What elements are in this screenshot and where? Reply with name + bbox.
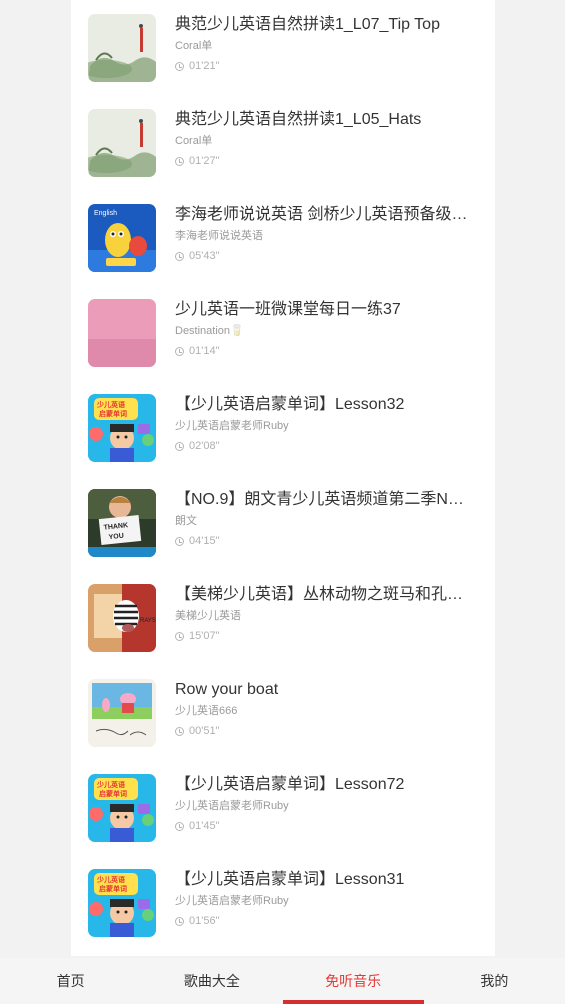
song-title: 典范少儿英语自然拼读1_L05_Hats (175, 111, 422, 128)
song-title: 【少儿英语启蒙单词】Lesson72 (175, 776, 405, 793)
song-list-item[interactable]: 少儿英语 启蒙单词 【少儿英语启蒙单词】Lesson32 少儿英语启蒙老师Rub… (71, 380, 495, 475)
tab-2[interactable]: 免听音乐 (282, 958, 424, 1004)
clock-icon (175, 61, 184, 71)
clock-icon (175, 821, 184, 831)
song-title: 少儿英语一班微课堂每日一练37 (175, 301, 401, 318)
song-list-item[interactable]: Row your boat 少儿英语666 00'51" (71, 665, 495, 760)
song-artist: 朗文 (175, 515, 197, 527)
song-artist: 少儿英语启蒙老师Ruby (175, 420, 289, 432)
song-title: 【少儿英语启蒙单词】Lesson31 (175, 871, 405, 888)
song-list-item[interactable]: 少儿英语一班微课堂每日一练37 Destination🥛 01'14" (71, 285, 495, 380)
duration-text: 01'21" (189, 60, 220, 72)
kid-cartoon-cover-icon[interactable]: 少儿英语 启蒙单词 (88, 394, 156, 462)
song-duration: 01'14" (175, 344, 219, 358)
svg-text:启蒙单词: 启蒙单词 (99, 884, 127, 893)
svg-text:启蒙单词: 启蒙单词 (99, 789, 127, 798)
svg-text:English: English (94, 210, 117, 217)
duration-text: 15'07" (189, 630, 220, 642)
song-list: 典范少儿英语自然拼读1_L07_Tip Top Coral单 01'21" 典范… (71, 0, 495, 956)
tab-3[interactable]: 我的 (424, 958, 565, 1004)
kid-cartoon-cover-icon[interactable]: 少儿英语 启蒙单词 (88, 774, 156, 842)
duration-text: 01'45" (189, 820, 220, 832)
clock-icon (175, 631, 184, 641)
song-artist: Destination🥛 (175, 325, 244, 337)
song-duration: 04'15" (175, 534, 219, 548)
song-list-item[interactable]: 少儿英语 启蒙单词 【少儿英语启蒙单词】Lesson31 少儿英语启蒙老师Rub… (71, 855, 495, 950)
svg-text:启蒙单词: 启蒙单词 (99, 409, 127, 418)
song-duration: 01'21" (175, 59, 219, 73)
svg-text:少儿英语: 少儿英语 (96, 875, 125, 884)
tab-label: 首页 (56, 973, 85, 989)
song-title: Row your boat (175, 681, 279, 698)
song-artist: 少儿英语启蒙老师Ruby (175, 800, 289, 812)
song-artist: Coral单 (175, 40, 213, 52)
active-tab-indicator (282, 1000, 424, 1004)
ink-painting-icon[interactable] (88, 14, 156, 82)
song-list-item[interactable]: 典范少儿英语自然拼读1_L05_Hats Coral单 01'27" (71, 95, 495, 190)
song-title: 【美梯少儿英语】丛林动物之斑马和孔雀... (175, 586, 475, 603)
duration-text: 00'51" (189, 725, 220, 737)
kid-cartoon-cover-icon[interactable]: 少儿英语 启蒙单词 (88, 869, 156, 937)
tab-0[interactable]: 首页 (0, 958, 141, 1004)
clock-icon (175, 251, 184, 261)
duration-text: 05'43" (189, 250, 220, 262)
song-duration: 00'51" (175, 724, 219, 738)
tab-1[interactable]: 歌曲大全 (141, 958, 282, 1004)
song-duration: 01'56" (175, 914, 219, 928)
clock-icon (175, 916, 184, 926)
song-artist: 少儿英语666 (175, 705, 238, 717)
song-duration: 01'27" (175, 154, 219, 168)
song-artist: 李海老师说说英语 (175, 230, 263, 242)
song-list-item[interactable]: RAYS 【美梯少儿英语】丛林动物之斑马和孔雀... 美梯少儿英语 15'07" (71, 570, 495, 665)
song-duration: 02'08" (175, 439, 219, 453)
peppa-cover-icon[interactable] (88, 679, 156, 747)
duration-text: 04'15" (189, 535, 220, 547)
duration-text: 01'27" (189, 155, 220, 167)
clock-icon (175, 156, 184, 166)
song-duration: 05'43" (175, 249, 219, 263)
song-title: 【少儿英语启蒙单词】Lesson32 (175, 396, 405, 413)
pink-cover-icon[interactable] (88, 299, 156, 367)
duration-text: 01'14" (189, 345, 220, 357)
tab-label: 歌曲大全 (183, 973, 240, 989)
clock-icon (175, 726, 184, 736)
clock-icon (175, 346, 184, 356)
song-artist: 少儿英语启蒙老师Ruby (175, 895, 289, 907)
song-list-item[interactable]: THANK YOU 【NO.9】朗文青少儿英语频道第二季NO.9... 朗文 0… (71, 475, 495, 570)
ink-painting-icon[interactable] (88, 109, 156, 177)
song-title: 李海老师说说英语 剑桥少儿英语预备级上... (175, 206, 475, 223)
clock-icon (175, 536, 184, 546)
song-list-item[interactable]: 少儿英语 启蒙单词 【少儿英语启蒙单词】Lesson72 少儿英语启蒙老师Rub… (71, 760, 495, 855)
song-list-item[interactable]: 典范少儿英语自然拼读1_L07_Tip Top Coral单 01'21" (71, 0, 495, 95)
tab-label: 免听音乐 (325, 973, 382, 989)
svg-text:少儿英语: 少儿英语 (96, 780, 125, 789)
svg-text:少儿英语: 少儿英语 (96, 400, 125, 409)
zebra-book-icon[interactable]: RAYS (88, 584, 156, 652)
cartoon-cover-icon[interactable]: English (88, 204, 156, 272)
song-title: 【NO.9】朗文青少儿英语频道第二季NO.9... (175, 491, 475, 508)
duration-text: 01'56" (189, 915, 220, 927)
song-artist: 美梯少儿英语 (175, 610, 241, 622)
song-list-item[interactable]: English 李海老师说说英语 剑桥少儿英语预备级上... 李海老师说说英语 … (71, 190, 495, 285)
song-artist: Coral单 (175, 135, 213, 147)
boy-photo-icon[interactable]: THANK YOU (88, 489, 156, 557)
tab-label: 我的 (480, 973, 509, 989)
clock-icon (175, 441, 184, 451)
svg-text:RAYS: RAYS (140, 618, 156, 624)
song-title: 典范少儿英语自然拼读1_L07_Tip Top (175, 16, 440, 33)
bottom-tab-bar: 首页 歌曲大全 免听音乐 我的 (0, 958, 565, 1004)
song-duration: 01'45" (175, 819, 219, 833)
song-duration: 15'07" (175, 629, 219, 643)
duration-text: 02'08" (189, 440, 220, 452)
